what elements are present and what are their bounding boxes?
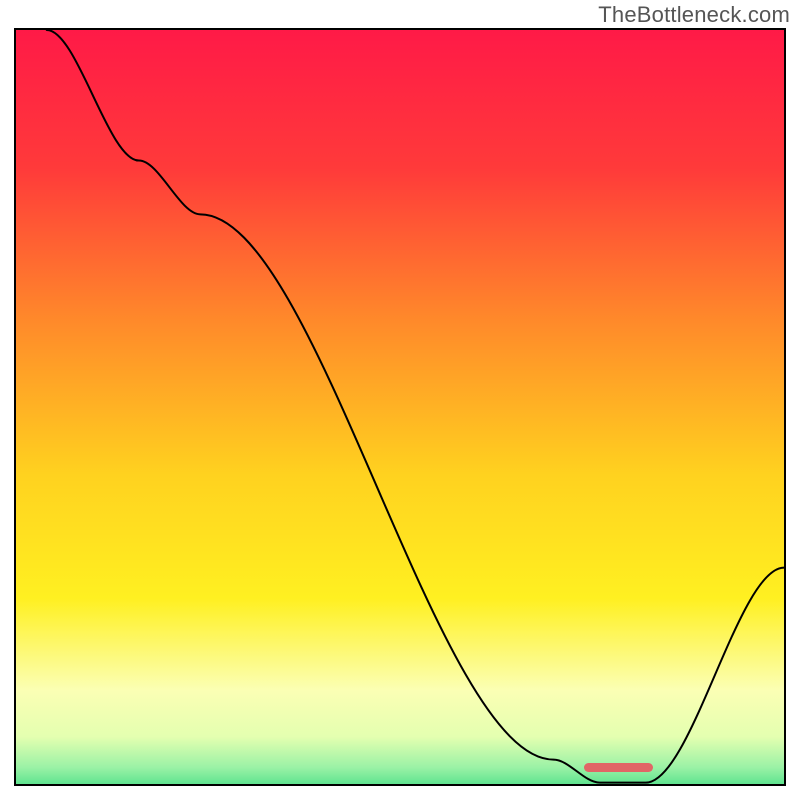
optimal-range-marker — [584, 763, 653, 773]
plot-area — [14, 28, 786, 786]
watermark-text: TheBottleneck.com — [598, 2, 790, 28]
bottleneck-curve — [16, 30, 784, 786]
chart-frame: TheBottleneck.com — [0, 0, 800, 800]
